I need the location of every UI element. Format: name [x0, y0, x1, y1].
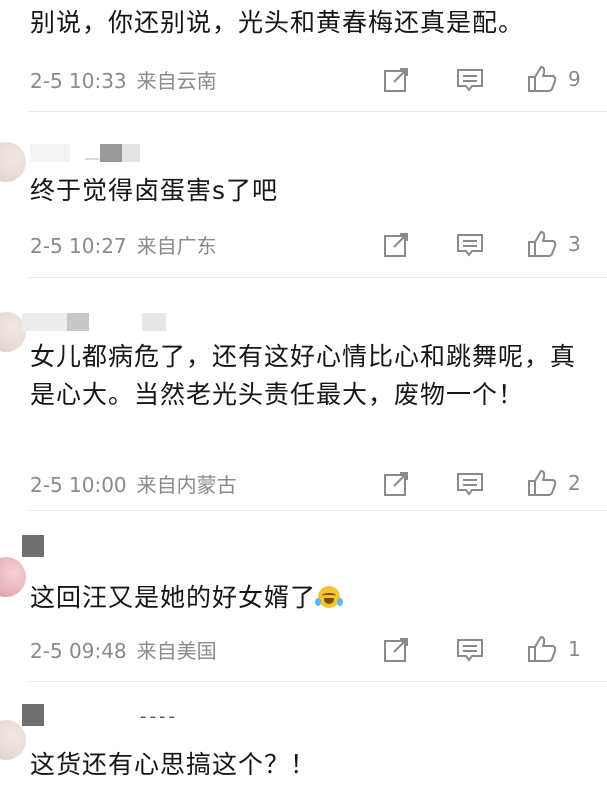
comment-location: 来自内蒙古 — [136, 473, 237, 497]
username-partial: ---- — [140, 706, 178, 727]
comment-item: 女儿都病危了，还有这好心情比心和跳舞呢，真是心大。当然老光头责任最大，废物一个！… — [0, 278, 607, 511]
comment-item: 别说，你还别说，光头和黄春梅还真是配。 2-5 10:33 来自云南 9 — [0, 0, 607, 112]
like-button[interactable]: 2 — [526, 468, 581, 498]
username-masked — [22, 313, 167, 331]
share-icon — [384, 638, 408, 662]
comment-text-body: 这回汪又是她的好女婿了 — [30, 583, 317, 612]
reply-button[interactable] — [455, 65, 485, 95]
reply-button[interactable] — [455, 469, 485, 499]
comment-text: 这回汪又是她的好女婿了 — [30, 579, 589, 617]
comment-meta: 2-5 09:48 来自美国 — [30, 638, 217, 664]
comment-item: 终于觉得卤蛋害s了吧 2-5 10:27 来自广东 3 — [0, 112, 607, 278]
comment-text: 女儿都病危了，还有这好心情比心和跳舞呢，真是心大。当然老光头责任最大，废物一个！ — [30, 342, 577, 409]
like-icon — [528, 636, 557, 662]
like-icon — [528, 66, 557, 92]
comment-text: 终于觉得卤蛋害s了吧 — [30, 176, 279, 205]
avatar[interactable] — [0, 720, 26, 760]
avatar[interactable] — [0, 557, 26, 597]
comment-text: 别说，你还别说，光头和黄春梅还真是配。 — [30, 8, 525, 37]
comment-time: 2-5 10:00 — [30, 473, 127, 497]
reply-icon — [457, 473, 483, 496]
laughing-tears-emoji — [315, 586, 344, 608]
like-button[interactable]: 1 — [526, 634, 581, 664]
share-icon — [384, 68, 408, 92]
share-button[interactable] — [382, 230, 410, 260]
reply-icon — [457, 234, 483, 257]
reply-icon — [457, 639, 483, 662]
comment-location: 来自美国 — [136, 639, 217, 663]
like-button[interactable]: 9 — [526, 64, 581, 94]
reply-icon — [457, 69, 483, 92]
like-count: 2 — [568, 471, 581, 495]
share-icon — [384, 233, 408, 257]
like-count: 1 — [568, 637, 581, 661]
share-button[interactable] — [382, 65, 410, 95]
comment-meta: 2-5 10:27 来自广东 — [30, 233, 217, 259]
comment-item: 这回汪又是她的好女婿了 2-5 09:48 来自美国 1 — [0, 511, 607, 682]
reply-button[interactable] — [455, 230, 485, 260]
like-count: 3 — [568, 232, 581, 256]
comment-location: 来自云南 — [136, 69, 217, 93]
comment-meta: 2-5 10:00 来自内蒙古 — [30, 472, 237, 498]
comment-item: ---- 这货还有心思搞这个？！ — [0, 682, 607, 805]
share-button[interactable] — [382, 469, 410, 499]
like-count: 9 — [568, 67, 581, 91]
comment-location: 来自广东 — [136, 234, 217, 258]
comment-time: 2-5 10:27 — [30, 234, 127, 258]
username-masked — [22, 535, 52, 557]
reply-button[interactable] — [455, 635, 485, 665]
comment-meta: 2-5 10:33 来自云南 — [30, 68, 217, 94]
comment-text: 这货还有心思搞这个？！ — [30, 750, 317, 779]
avatar[interactable] — [0, 142, 26, 182]
share-icon — [384, 472, 408, 496]
like-icon — [528, 231, 557, 257]
comment-time: 2-5 09:48 — [30, 639, 127, 663]
share-button[interactable] — [382, 635, 410, 665]
like-icon — [528, 470, 557, 496]
like-button[interactable]: 3 — [526, 229, 581, 259]
username-masked — [30, 144, 140, 162]
comment-time: 2-5 10:33 — [30, 69, 127, 93]
